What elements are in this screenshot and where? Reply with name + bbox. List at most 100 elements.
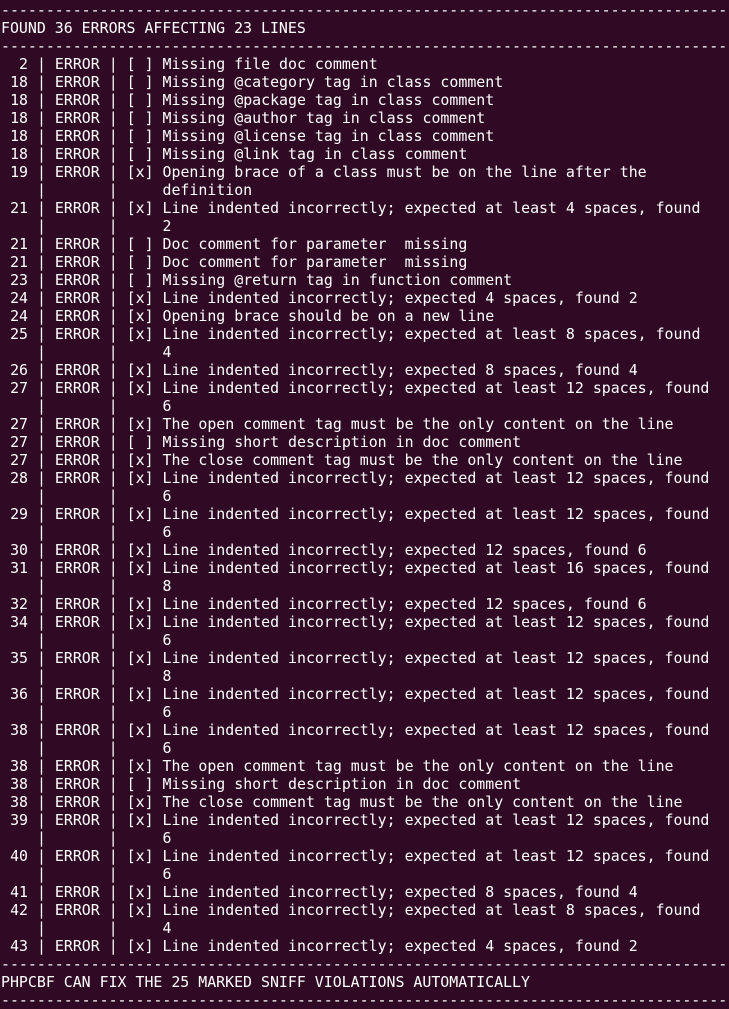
error-message: 6 [162,829,172,847]
error-message: Line indented incorrectly; expected at l… [162,559,710,577]
error-message: Missing file doc comment [162,55,378,73]
error-message: Doc comment for parameter missing [162,235,468,253]
error-type: ERROR [54,505,100,523]
error-type: ERROR [54,127,100,145]
error-row: 38 | ERROR | [x] The open comment tag mu… [1,757,729,775]
fixable-marker: [x] [126,937,154,955]
error-message: Line indented incorrectly; expected 8 sp… [162,361,638,379]
error-message: Doc comment for parameter missing [162,253,468,271]
error-continuation-line: | | 6 [28,397,172,415]
error-type: ERROR [54,901,100,919]
error-row: 39 | ERROR | [x] Line indented incorrect… [1,811,729,847]
error-continuation-line: | | 4 [28,343,172,361]
error-row: 41 | ERROR | [x] Line indented incorrect… [1,883,729,901]
error-message: The close comment tag must be the only c… [162,793,683,811]
error-type: ERROR [54,847,100,865]
error-message: The open comment tag must be the only co… [162,415,674,433]
line-number: 18 [10,109,28,127]
error-line: 31 | ERROR | [x] Line indented incorrect… [1,559,729,577]
error-line: 26 | ERROR | [x] Line indented incorrect… [1,361,729,379]
line-number: 18 [10,91,28,109]
error-line: 27 | ERROR | [ ] Missing short descripti… [1,433,729,451]
fixable-marker: [x] [126,307,154,325]
fixable-marker: [x] [126,721,154,739]
error-message: Line indented incorrectly; expected 8 sp… [162,883,638,901]
error-row: 27 | ERROR | [x] The open comment tag mu… [1,415,729,433]
line-number: 25 [10,325,28,343]
error-message: 6 [162,523,172,541]
error-message: Opening brace of a class must be on the … [162,163,647,181]
error-type: ERROR [54,541,100,559]
error-message: Line indented incorrectly; expected at l… [162,505,710,523]
line-number: 41 [10,883,28,901]
error-row: 18 | ERROR | [ ] Missing @package tag in… [1,91,729,109]
error-line: 25 | ERROR | [x] Line indented incorrect… [1,325,729,343]
error-message: Line indented incorrectly; expected at l… [162,811,710,829]
line-number: 39 [10,811,28,829]
fixable-marker: [x] [126,847,154,865]
fixable-marker: [x] [126,163,154,181]
error-row: 27 | ERROR | [x] Line indented incorrect… [1,379,729,415]
error-line: 38 | ERROR | [x] The open comment tag mu… [1,757,729,775]
error-type: ERROR [54,361,100,379]
error-continuation-line: | | 8 [28,577,172,595]
error-type: ERROR [54,307,100,325]
fixable-marker: [ ] [126,127,154,145]
error-row: 21 | ERROR | [ ] Doc comment for paramet… [1,253,729,271]
error-continuation-line: | | 6 [28,523,172,541]
error-continuation-line: | | definition [28,181,253,199]
error-line: 23 | ERROR | [ ] Missing @return tag in … [1,271,729,289]
fixable-marker: [x] [126,379,154,397]
error-message: Line indented incorrectly; expected at l… [162,649,710,667]
fixable-marker: [x] [126,883,154,901]
error-line: 19 | ERROR | [x] Opening brace of a clas… [1,163,729,181]
error-message: 4 [162,343,172,361]
fixable-marker: [x] [126,757,154,775]
error-line: 34 | ERROR | [x] Line indented incorrect… [1,613,729,631]
error-line: 21 | ERROR | [ ] Doc comment for paramet… [1,235,729,253]
error-message: definition [162,181,253,199]
error-line: 24 | ERROR | [x] Opening brace should be… [1,307,729,325]
fixable-marker: [x] [126,685,154,703]
error-message: 8 [162,667,172,685]
error-message: Line indented incorrectly; expected at l… [162,901,701,919]
error-type: ERROR [54,559,100,577]
error-message: 6 [162,739,172,757]
error-type: ERROR [54,415,100,433]
fixable-marker: [ ] [126,109,154,127]
error-row: 21 | ERROR | [x] Line indented incorrect… [1,199,729,235]
fixable-marker: [x] [126,541,154,559]
error-message: Missing @link tag in class comment [162,145,468,163]
error-message: Line indented incorrectly; expected at l… [162,379,710,397]
error-type: ERROR [54,325,100,343]
fixable-marker: [x] [126,325,154,343]
error-type: ERROR [54,757,100,775]
error-type: ERROR [54,793,100,811]
error-message: Line indented incorrectly; expected at l… [162,721,710,739]
line-number: 30 [10,541,28,559]
fixable-marker: [ ] [126,55,154,73]
error-row: 42 | ERROR | [x] Line indented incorrect… [1,901,729,937]
error-message: Line indented incorrectly; expected 4 sp… [162,937,638,955]
error-type: ERROR [54,91,100,109]
error-message: 6 [162,487,172,505]
fixable-marker: [ ] [126,433,154,451]
error-line: 40 | ERROR | [x] Line indented incorrect… [1,847,729,865]
error-row: 38 | ERROR | [ ] Missing short descripti… [1,775,729,793]
line-number: 38 [10,757,28,775]
error-type: ERROR [54,649,100,667]
error-row: 18 | ERROR | [ ] Missing @category tag i… [1,73,729,91]
error-row: 29 | ERROR | [x] Line indented incorrect… [1,505,729,541]
fixable-marker: [x] [126,793,154,811]
error-row: 36 | ERROR | [x] Line indented incorrect… [1,685,729,721]
error-message: 2 [162,217,172,235]
error-row: 35 | ERROR | [x] Line indented incorrect… [1,649,729,685]
error-continuation-line: | | 6 [28,829,172,847]
error-line: 18 | ERROR | [ ] Missing @author tag in … [1,109,729,127]
error-type: ERROR [54,73,100,91]
error-message: 6 [162,631,172,649]
line-number: 29 [10,505,28,523]
error-line: 39 | ERROR | [x] Line indented incorrect… [1,811,729,829]
error-line: 18 | ERROR | [ ] Missing @package tag in… [1,91,729,109]
fixable-marker: [x] [126,649,154,667]
